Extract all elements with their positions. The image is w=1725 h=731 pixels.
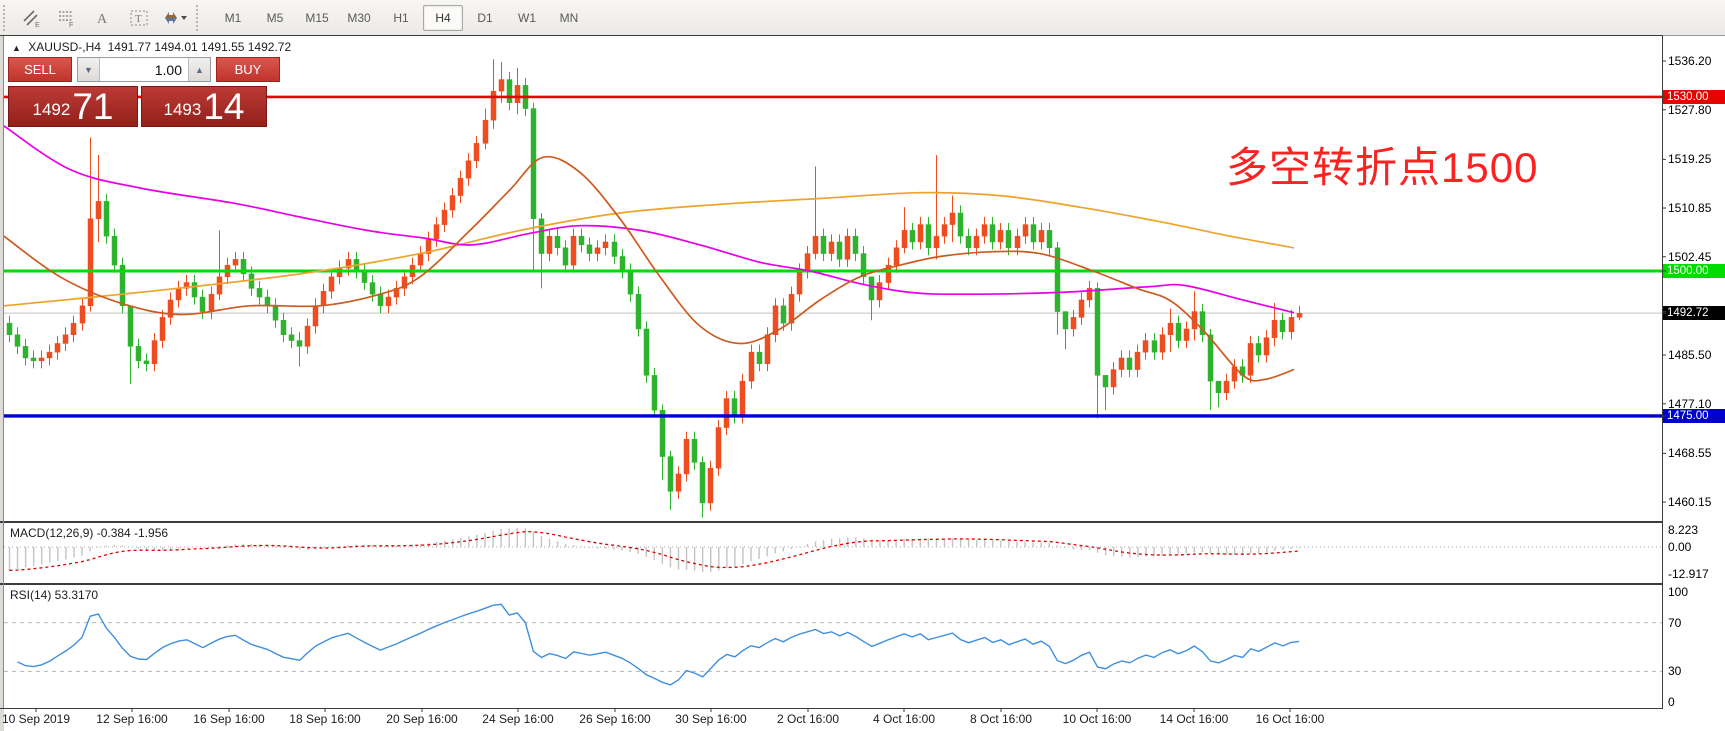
- symbol-title: ▲ XAUUSD-,H4 1491.77 1494.01 1491.55 149…: [12, 40, 291, 54]
- volume-increase-icon[interactable]: ▲: [188, 58, 210, 81]
- buy-button[interactable]: BUY: [216, 57, 280, 82]
- sell-price-big: 71: [72, 89, 113, 125]
- sell-quote[interactable]: 1492 71: [8, 86, 138, 127]
- volume-stepper: ▼ ▲: [77, 57, 211, 82]
- rsi-line: [18, 604, 1300, 685]
- volume-decrease-icon[interactable]: ▼: [78, 58, 100, 81]
- buy-quote[interactable]: 1493 14: [141, 86, 267, 127]
- one-click-trade-panel: SELL ▼ ▲ BUY 1492 71 1493 14: [8, 57, 280, 127]
- buy-price-small: 1493: [164, 95, 202, 125]
- sell-button[interactable]: SELL: [8, 57, 72, 82]
- chart-annotation-text: 多空转折点1500: [1226, 134, 1538, 195]
- symbol-name: XAUUSD-,H4: [28, 40, 101, 54]
- symbol-ohlc: 1491.77 1494.01 1491.55 1492.72: [108, 40, 292, 54]
- mt4-window: E F A T: [0, 0, 1725, 731]
- buy-price-big: 14: [203, 89, 244, 125]
- candles: [7, 59, 1302, 517]
- macd-histogram: [10, 528, 1300, 572]
- ma-slow-orange[interactable]: [4, 193, 1294, 306]
- ma-mid-magenta[interactable]: [4, 126, 1294, 313]
- volume-input[interactable]: [100, 58, 188, 81]
- collapse-arrow-icon[interactable]: ▲: [12, 43, 21, 53]
- sell-price-small: 1492: [33, 95, 71, 125]
